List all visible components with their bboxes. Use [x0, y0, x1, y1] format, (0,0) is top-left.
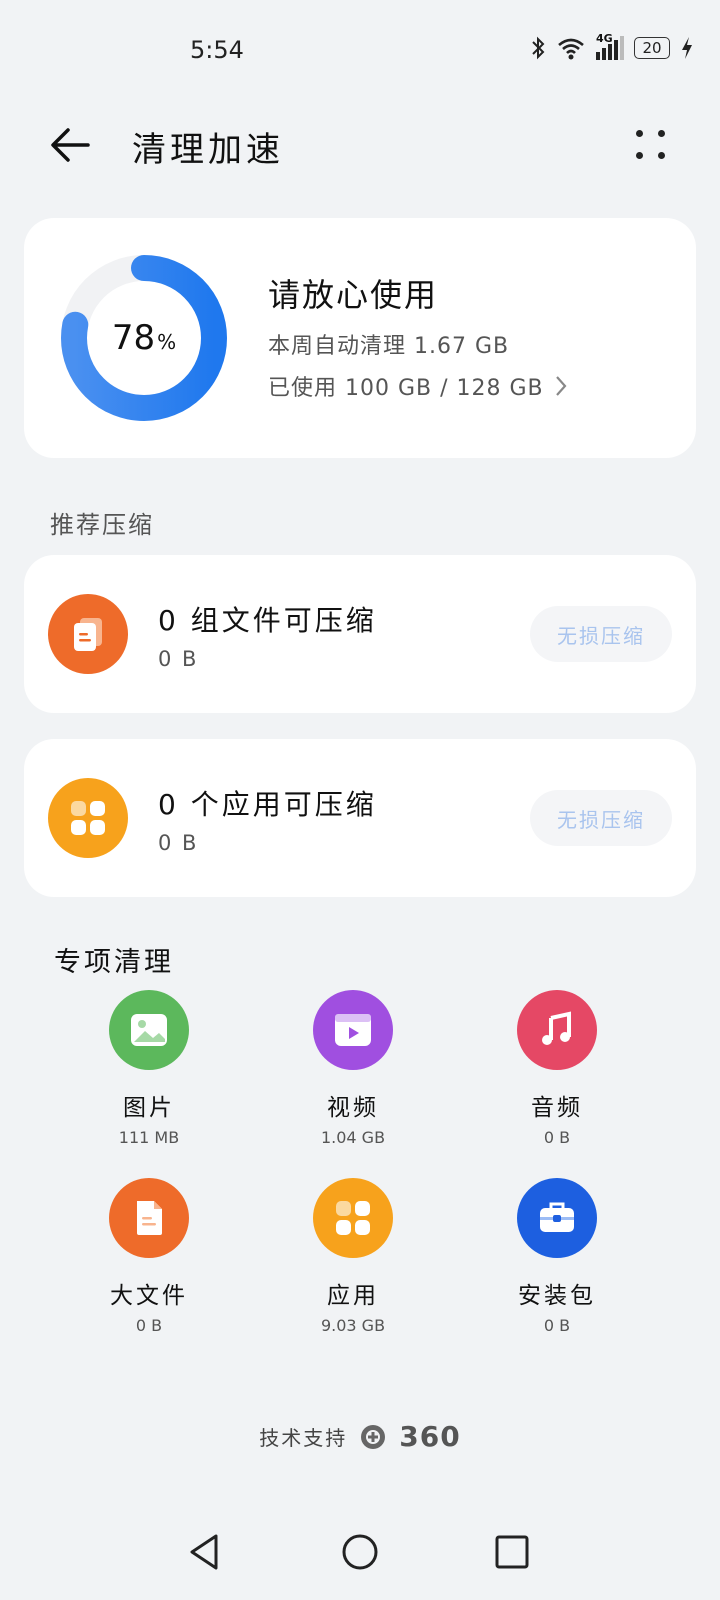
more-options-icon[interactable] — [634, 128, 668, 162]
cellular-signal-icon: 4G — [596, 32, 624, 60]
nav-back-icon[interactable] — [184, 1530, 228, 1574]
auto-clean-text: 本周自动清理 1.67 GB — [268, 334, 510, 359]
toolbox-icon — [517, 1178, 597, 1258]
apps-grid-icon — [48, 778, 128, 858]
special-clean-title: 专项清理 — [54, 947, 174, 978]
music-icon — [517, 990, 597, 1070]
360-brand: 360 — [399, 1420, 461, 1453]
storage-headline: 请放心使用 — [268, 276, 439, 314]
tile-videos[interactable]: 视频 1.04 GB — [273, 990, 433, 1147]
recommend-section-label: 推荐压缩 — [50, 511, 154, 539]
tile-audio[interactable]: 音频 0 B — [477, 990, 637, 1147]
lossless-compress-apps-button[interactable]: 无损压缩 — [530, 790, 672, 846]
back-arrow-icon[interactable] — [48, 122, 94, 168]
apps-grid-icon — [313, 1178, 393, 1258]
network-type: 4G — [596, 32, 613, 45]
compress-files-size: 0 B — [158, 647, 199, 671]
charging-icon — [682, 37, 692, 59]
page-title: 清理加速 — [132, 130, 284, 170]
tech-support-label: 技术支持 — [259, 1426, 348, 1450]
tile-images[interactable]: 图片 111 MB — [69, 990, 229, 1147]
wifi-icon — [558, 38, 584, 60]
compress-files-title: 0 组文件可压缩 — [158, 604, 377, 637]
tile-apps[interactable]: 应用 9.03 GB — [273, 1178, 433, 1335]
battery-indicator: 20 — [634, 37, 670, 59]
chevron-right-icon — [555, 376, 567, 396]
lossless-compress-files-button[interactable]: 无损压缩 — [530, 606, 672, 662]
image-icon — [109, 990, 189, 1070]
compress-files-row[interactable]: 0 组文件可压缩 0 B 无损压缩 — [24, 555, 696, 713]
tile-large-files[interactable]: 大文件 0 B — [69, 1178, 229, 1335]
document-stack-icon — [48, 594, 128, 674]
file-icon — [109, 1178, 189, 1258]
status-time: 5:54 — [190, 36, 244, 64]
tech-support: 技术支持 360 — [0, 1420, 720, 1453]
storage-percent: 78% — [111, 318, 177, 358]
status-icons: 4G 20 — [530, 32, 694, 60]
nav-home-icon[interactable] — [338, 1530, 382, 1574]
tile-install-packages[interactable]: 安装包 0 B — [477, 1178, 637, 1335]
storage-used-text[interactable]: 已使用 100 GB / 128 GB — [268, 370, 568, 402]
compress-apps-row[interactable]: 0 个应用可压缩 0 B 无损压缩 — [24, 739, 696, 897]
360-logo-icon — [361, 1424, 386, 1449]
storage-summary-card[interactable]: 78% 请放心使用 本周自动清理 1.67 GB 已使用 100 GB / 12… — [24, 218, 696, 458]
nav-recents-icon[interactable] — [490, 1530, 534, 1574]
compress-apps-title: 0 个应用可压缩 — [158, 788, 377, 821]
video-icon — [313, 990, 393, 1070]
bluetooth-icon — [532, 36, 545, 60]
compress-apps-size: 0 B — [158, 831, 199, 855]
